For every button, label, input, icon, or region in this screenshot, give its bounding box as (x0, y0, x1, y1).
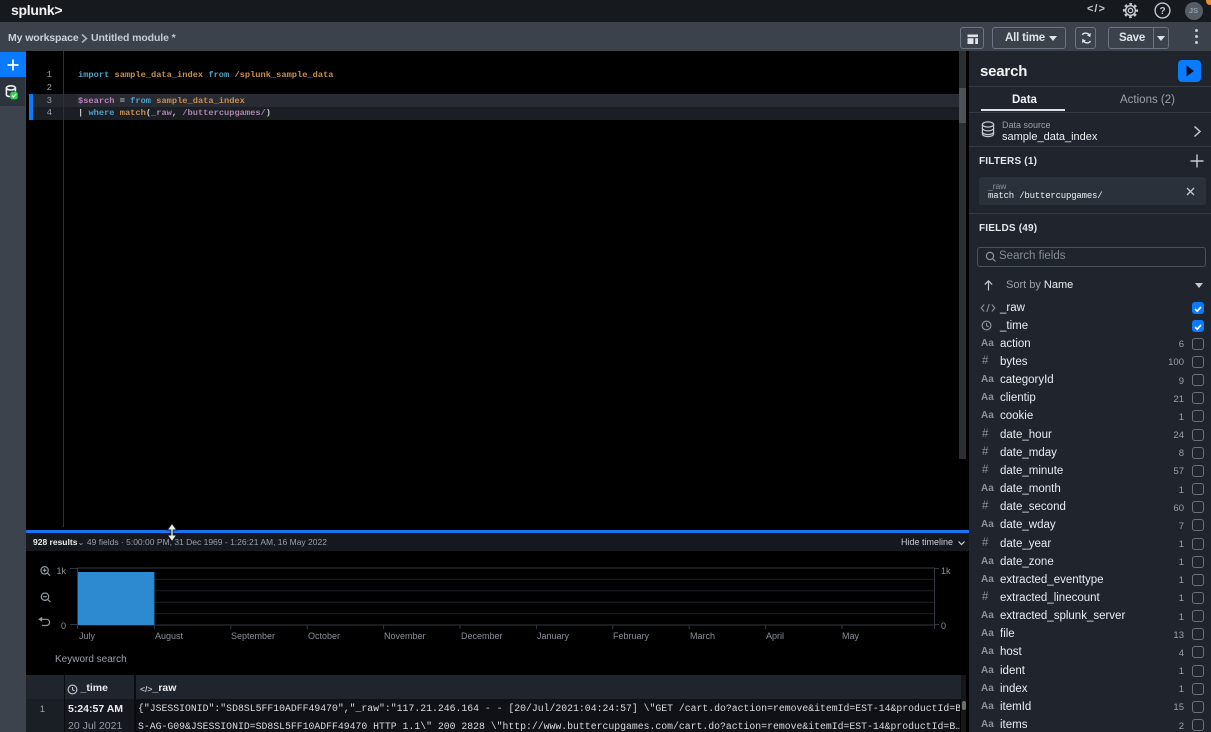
svg-text:1k: 1k (56, 566, 66, 576)
svg-text:?: ? (1159, 6, 1165, 17)
svg-text:December: December (461, 631, 503, 641)
svg-text:April: April (766, 631, 784, 641)
svg-text:February: February (613, 631, 650, 641)
svg-text:May: May (842, 631, 860, 641)
svg-text:September: September (231, 631, 275, 641)
svg-text:November: November (384, 631, 426, 641)
svg-text:March: March (690, 631, 715, 641)
svg-text:July: July (79, 631, 96, 641)
svg-text:October: October (308, 631, 340, 641)
svg-text:0: 0 (941, 621, 946, 631)
svg-text:August: August (155, 631, 184, 641)
svg-text:0: 0 (61, 621, 66, 631)
svg-text:January: January (537, 631, 570, 641)
svg-text:1k: 1k (941, 566, 951, 576)
